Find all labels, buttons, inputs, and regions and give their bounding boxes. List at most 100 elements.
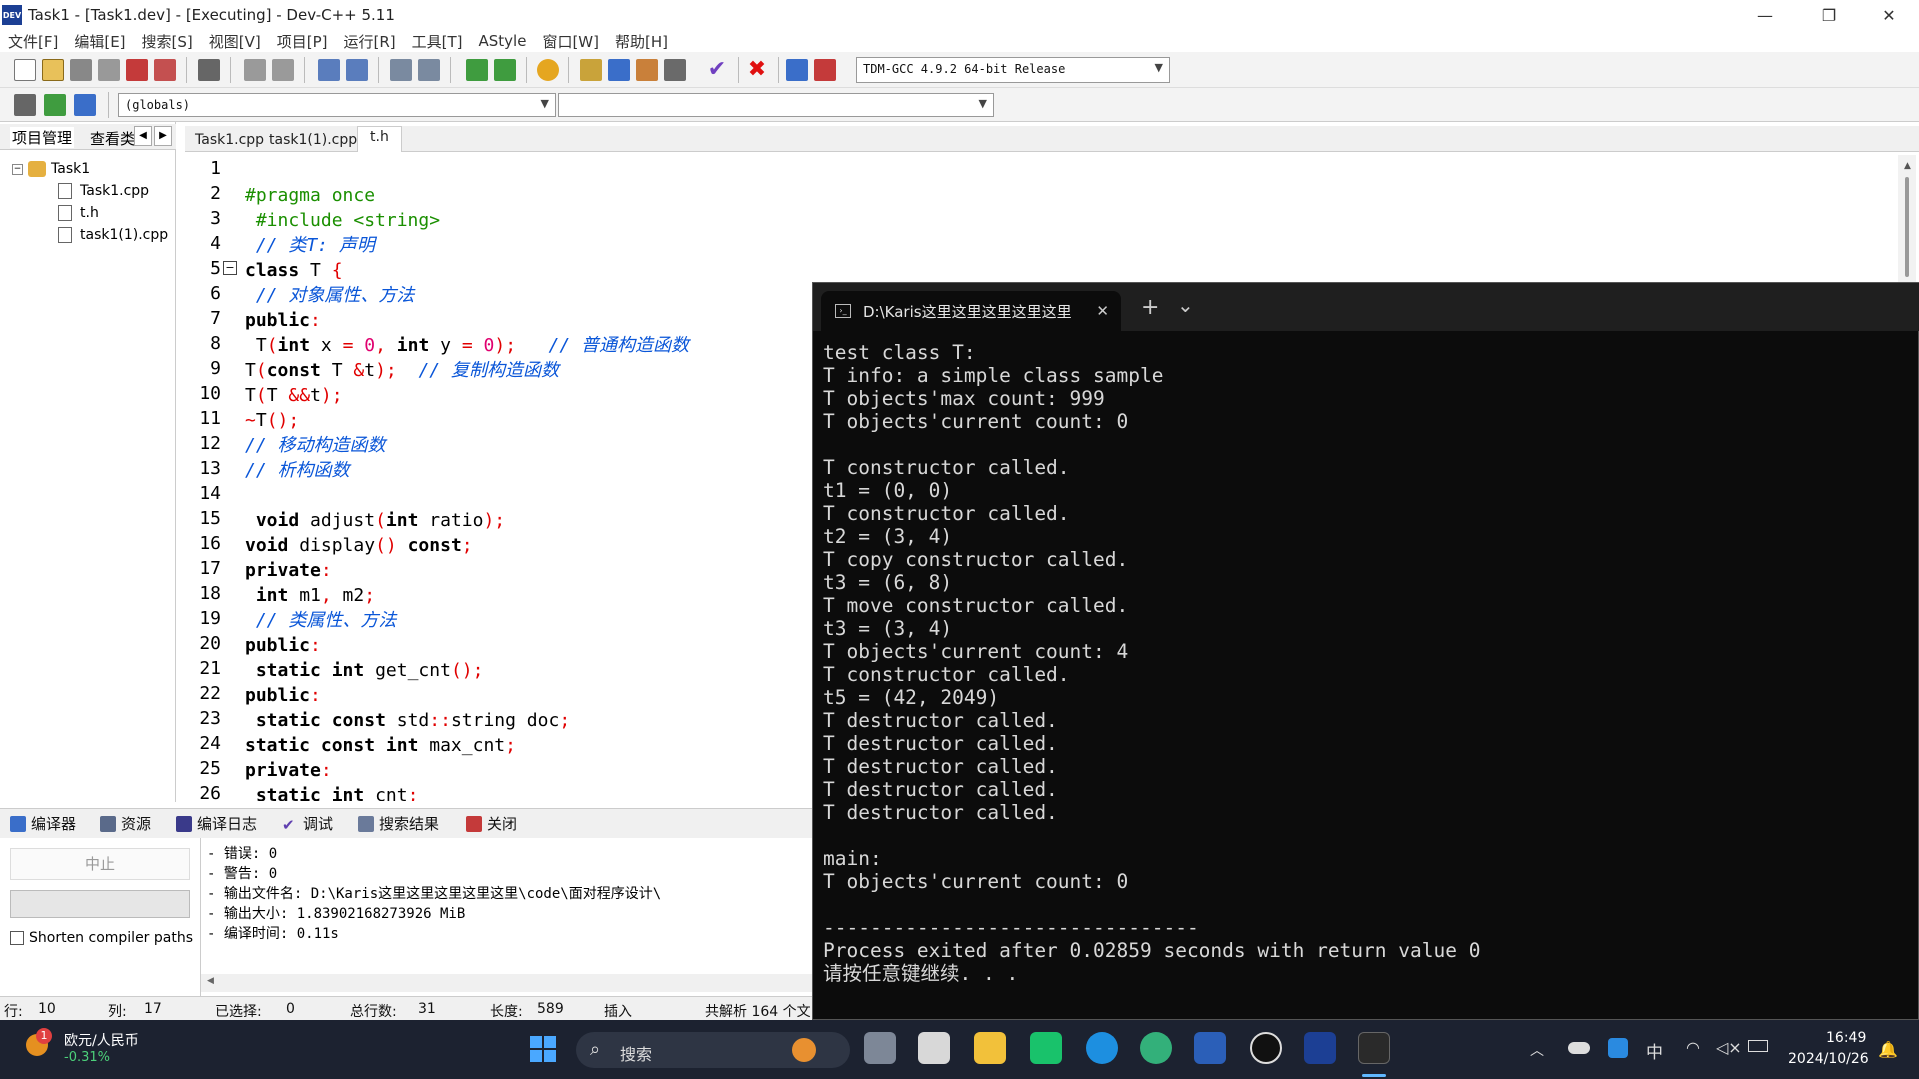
code-line[interactable]: public: xyxy=(245,308,321,333)
stop-execution-icon[interactable]: ✖ xyxy=(746,59,768,81)
menu-tools[interactable]: 工具[T] xyxy=(412,31,463,52)
shorten-paths-option[interactable]: Shorten compiler paths xyxy=(10,930,193,946)
code-lines[interactable]: #pragma once #include <string> // 类T: 声明… xyxy=(245,155,805,801)
indent-icon[interactable] xyxy=(390,59,412,81)
menu-view[interactable]: 视图[V] xyxy=(209,31,261,52)
code-line[interactable]: public: xyxy=(245,683,321,708)
save-all-icon[interactable] xyxy=(98,59,120,81)
fold-icon[interactable]: − xyxy=(223,261,237,275)
find-icon[interactable] xyxy=(318,59,340,81)
tab-debug[interactable]: ✔ 调试 xyxy=(282,813,333,834)
unindent-icon[interactable] xyxy=(418,59,440,81)
checkbox[interactable] xyxy=(10,931,24,945)
code-line[interactable]: private: xyxy=(245,758,332,783)
menu-file[interactable]: 文件[F] xyxy=(8,31,58,52)
rebuild-icon[interactable] xyxy=(664,59,686,81)
edge-icon[interactable] xyxy=(1086,1032,1118,1064)
menu-run[interactable]: 运行[R] xyxy=(343,31,395,52)
replace-icon[interactable] xyxy=(346,59,368,81)
code-line[interactable]: static int get_cnt(); xyxy=(245,658,484,683)
compiler-select[interactable]: TDM-GCC 4.9.2 64-bit Release ▼ xyxy=(856,57,1170,83)
tab-classes[interactable]: 查看类 xyxy=(90,128,134,149)
redo-icon[interactable] xyxy=(272,59,294,81)
code-line[interactable]: #include <string> xyxy=(245,208,440,233)
bookmark-icon[interactable] xyxy=(494,59,516,81)
run-icon[interactable] xyxy=(608,59,630,81)
notification-bell-icon[interactable]: 🔔 xyxy=(1878,1040,1898,1059)
chevron-left-icon[interactable]: ◀ xyxy=(134,126,152,146)
code-line[interactable]: private: xyxy=(245,558,332,583)
code-line[interactable]: void adjust(int ratio); xyxy=(245,508,505,533)
terminal-tab[interactable]: ›_ D:\Karis这里这里这里这里这里 ✕ xyxy=(821,291,1121,331)
add-tab-icon[interactable]: + xyxy=(1141,295,1159,320)
goto-icon[interactable] xyxy=(466,59,488,81)
devcpp-icon[interactable] xyxy=(1304,1032,1336,1064)
scroll-up-icon[interactable]: ▲ xyxy=(1904,161,1911,171)
member-select[interactable]: ▼ xyxy=(558,93,994,117)
minimize-button[interactable]: — xyxy=(1736,0,1794,30)
project-icon[interactable] xyxy=(537,59,559,81)
abort-button[interactable]: 中止 xyxy=(10,848,190,880)
volume-muted-icon[interactable]: ◁× xyxy=(1716,1038,1742,1057)
code-line[interactable]: // 移动构造函数 xyxy=(245,433,386,458)
task-view-icon[interactable] xyxy=(864,1032,896,1064)
save-icon[interactable] xyxy=(70,59,92,81)
code-line[interactable]: static const int max_cnt; xyxy=(245,733,516,758)
tab-compile-log[interactable]: 编译日志 xyxy=(176,813,257,834)
new-file-icon[interactable] xyxy=(14,59,36,81)
code-line[interactable]: #pragma once xyxy=(245,183,375,208)
close-all-icon[interactable] xyxy=(154,59,176,81)
terminal-window[interactable]: ›_ D:\Karis这里这里这里这里这里 ✕ + ⌄ test class T… xyxy=(812,282,1919,1020)
tab-task1-1-cpp[interactable]: task1(1).cpp xyxy=(263,128,363,152)
terminal-app-icon[interactable] xyxy=(1358,1032,1390,1064)
code-line[interactable]: // 析构函数 xyxy=(245,458,350,483)
editor-scrollbar[interactable]: ▲ xyxy=(1898,155,1916,285)
tree-file[interactable]: Task1.cpp xyxy=(58,180,168,202)
menu-project[interactable]: 项目[P] xyxy=(277,31,328,52)
code-line[interactable]: // 类T: 声明 xyxy=(245,233,375,258)
tree-file[interactable]: task1(1).cpp xyxy=(58,224,168,246)
battery-icon[interactable] xyxy=(1748,1040,1768,1052)
tree-root[interactable]: − Task1 xyxy=(12,158,168,180)
chevron-up-icon[interactable]: ︿ xyxy=(1530,1040,1544,1060)
qq-icon[interactable] xyxy=(1250,1032,1282,1064)
code-line[interactable]: static int cnt; xyxy=(245,783,419,801)
toggle-bookmark-icon[interactable] xyxy=(44,94,66,116)
tab-task1-cpp[interactable]: Task1.cpp xyxy=(189,128,270,152)
tab-search-results[interactable]: 搜索结果 xyxy=(358,813,439,834)
word-icon[interactable] xyxy=(1194,1032,1226,1064)
menu-window[interactable]: 窗口[W] xyxy=(542,31,599,52)
start-button[interactable] xyxy=(530,1036,556,1062)
menu-search[interactable]: 搜索[S] xyxy=(142,31,193,52)
tray-app-icon[interactable] xyxy=(1608,1038,1628,1058)
taskbar-search[interactable]: ⌕ 搜索 xyxy=(576,1032,850,1068)
tab-resources[interactable]: 资源 xyxy=(100,813,151,834)
code-line[interactable]: T(int x = 0, int y = 0); // 普通构造函数 xyxy=(245,333,689,358)
menu-help[interactable]: 帮助[H] xyxy=(615,31,668,52)
menu-edit[interactable]: 编辑[E] xyxy=(74,31,125,52)
code-line[interactable]: ~T(); xyxy=(245,408,299,433)
close-icon[interactable]: ✕ xyxy=(1096,302,1109,320)
collapse-icon[interactable]: − xyxy=(12,163,23,175)
syntax-check-icon[interactable]: ✔ xyxy=(706,59,728,81)
store-icon[interactable] xyxy=(918,1032,950,1064)
compile-run-icon[interactable] xyxy=(636,59,658,81)
scope-select[interactable]: (globals) ▼ xyxy=(118,93,556,117)
restore-button[interactable]: ❐ xyxy=(1800,0,1858,30)
insert-icon[interactable] xyxy=(14,94,36,116)
print-icon[interactable] xyxy=(198,59,220,81)
code-line[interactable]: public: xyxy=(245,633,321,658)
code-line[interactable]: // 类属性、方法 xyxy=(245,608,397,633)
tab-compiler[interactable]: 编译器 xyxy=(10,813,76,834)
menu-astyle[interactable]: AStyle xyxy=(479,32,527,50)
chevron-down-icon[interactable]: ⌄ xyxy=(1177,293,1194,317)
wechat-icon[interactable] xyxy=(1030,1032,1062,1064)
scrollbar-thumb[interactable] xyxy=(1905,177,1909,277)
profile-icon[interactable] xyxy=(786,59,808,81)
close-file-icon[interactable] xyxy=(126,59,148,81)
chevron-right-icon[interactable]: ▶ xyxy=(154,126,172,146)
widget-title[interactable]: 欧元/人民币 xyxy=(64,1030,139,1050)
horizontal-scrollbar[interactable]: ◀ xyxy=(201,974,812,992)
code-line[interactable]: class T { xyxy=(245,258,343,283)
code-line[interactable]: void display() const; xyxy=(245,533,473,558)
